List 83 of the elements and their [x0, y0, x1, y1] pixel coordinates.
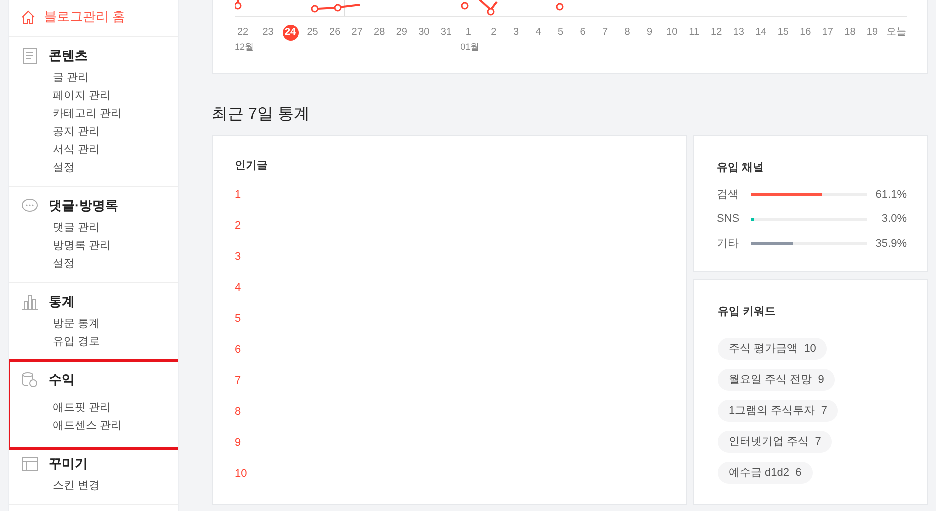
date-label[interactable]: 28 — [372, 25, 388, 41]
date-label[interactable]: 14 — [753, 25, 770, 41]
section-title: 콘텐츠 — [49, 47, 88, 65]
menu-item[interactable]: 서식 관리 — [53, 141, 100, 159]
menu-item[interactable]: 방명록 관리 — [53, 237, 112, 255]
menu-item[interactable]: 설정 — [53, 255, 75, 273]
date-label[interactable]: 10 — [664, 25, 680, 41]
stats-icon — [21, 293, 39, 311]
date-label[interactable]: 오늘 — [886, 25, 907, 41]
percentage: 61.1% — [876, 188, 907, 200]
keyword-tag[interactable]: 월요일 주식 전망 9 — [718, 369, 836, 391]
date-label[interactable]: 16 — [798, 25, 814, 41]
date-label[interactable]: 30 — [416, 25, 432, 41]
design-icon — [21, 455, 39, 473]
rank-number: 1 — [235, 188, 242, 203]
menu-item[interactable]: 유입 경로 — [53, 333, 100, 351]
rank-number: 6 — [235, 343, 242, 358]
menu-item[interactable]: 애드핏 관리 — [53, 399, 112, 417]
date-label[interactable]: 1 — [460, 25, 477, 41]
card-title: 인기글 — [235, 159, 268, 173]
section-title: 댓글·방명록 — [49, 197, 118, 215]
keyword-tag[interactable]: 예수금 d1d2 6 — [718, 462, 813, 484]
date-label[interactable]: 26 — [327, 25, 344, 41]
rank-number: 8 — [235, 405, 242, 420]
month-label: 12월 — [235, 41, 254, 54]
rank-number: 9 — [235, 436, 242, 451]
date-label[interactable]: 13 — [730, 25, 747, 41]
menu-item[interactable]: 스킨 변경 — [53, 477, 100, 495]
home-icon — [21, 10, 36, 24]
menu-item[interactable]: 글 관리 — [53, 69, 90, 87]
date-label[interactable]: 27 — [349, 25, 366, 41]
channel-name: SNS — [717, 213, 741, 225]
section-heading: 최근 7일 통계 — [212, 105, 311, 125]
date-label[interactable]: 29 — [394, 25, 410, 41]
channel-name: 기타 — [717, 237, 740, 251]
date-label[interactable]: 2 — [486, 25, 502, 41]
month-label: 01월 — [460, 41, 480, 54]
rank-number: 5 — [235, 312, 242, 327]
channel-name: 검색 — [717, 188, 740, 202]
menu-item[interactable]: 카테고리 관리 — [53, 105, 122, 123]
rank-number: 4 — [235, 281, 242, 296]
date-label[interactable]: 15 — [775, 25, 792, 41]
menu-item[interactable]: 설정 — [53, 159, 75, 177]
menu-item[interactable]: 방문 통계 — [53, 315, 100, 333]
date-label[interactable]: 18 — [842, 25, 858, 41]
card-title: 유입 채널 — [717, 161, 764, 175]
date-label[interactable]: 17 — [820, 25, 836, 41]
date-label[interactable]: 12 — [708, 25, 725, 41]
comments-icon — [21, 197, 39, 215]
date-label[interactable]: 24 — [282, 25, 299, 41]
menu-item[interactable]: 댓글 관리 — [53, 219, 100, 237]
date-label[interactable]: 23 — [260, 25, 276, 41]
date-label[interactable]: 5 — [552, 25, 569, 41]
menu-item[interactable]: 애드센스 관리 — [53, 417, 122, 435]
date-label[interactable]: 25 — [304, 25, 321, 41]
menu-item[interactable]: 페이지 관리 — [53, 87, 112, 105]
date-label[interactable]: 19 — [864, 25, 880, 41]
percentage: 35.9% — [876, 238, 907, 250]
date-label[interactable]: 4 — [530, 25, 546, 41]
date-label[interactable]: 7 — [597, 25, 614, 41]
date-label[interactable]: 8 — [620, 25, 636, 41]
rank-number: 3 — [235, 250, 242, 265]
date-label[interactable]: 6 — [575, 25, 592, 41]
date-label[interactable]: 3 — [508, 25, 524, 41]
revenue-icon — [21, 371, 39, 389]
date-label[interactable]: 9 — [642, 25, 658, 41]
rank-number: 7 — [235, 374, 242, 389]
rank-number: 10 — [235, 467, 248, 482]
card-title: 유입 키워드 — [718, 305, 776, 319]
blog-home-link[interactable]: 블로그관리 홈 — [9, 0, 178, 37]
percentage: 3.0% — [882, 213, 907, 225]
section-title: 꾸미기 — [49, 455, 88, 473]
section-title: 통계 — [49, 293, 75, 311]
keyword-tag[interactable]: 1그램의 주식투자 7 — [718, 400, 838, 422]
date-label[interactable]: 11 — [686, 25, 702, 41]
date-label[interactable]: 31 — [438, 25, 454, 41]
date-label[interactable]: 22 — [235, 25, 251, 41]
keyword-tag[interactable]: 인터넷기업 주식 7 — [718, 431, 832, 453]
rank-number: 2 — [235, 219, 242, 234]
keyword-tag[interactable]: 주식 평가금액 10 — [718, 338, 828, 360]
contents-icon — [21, 47, 39, 65]
menu-item[interactable]: 공지 관리 — [53, 123, 100, 141]
section-title: 수익 — [49, 371, 75, 389]
